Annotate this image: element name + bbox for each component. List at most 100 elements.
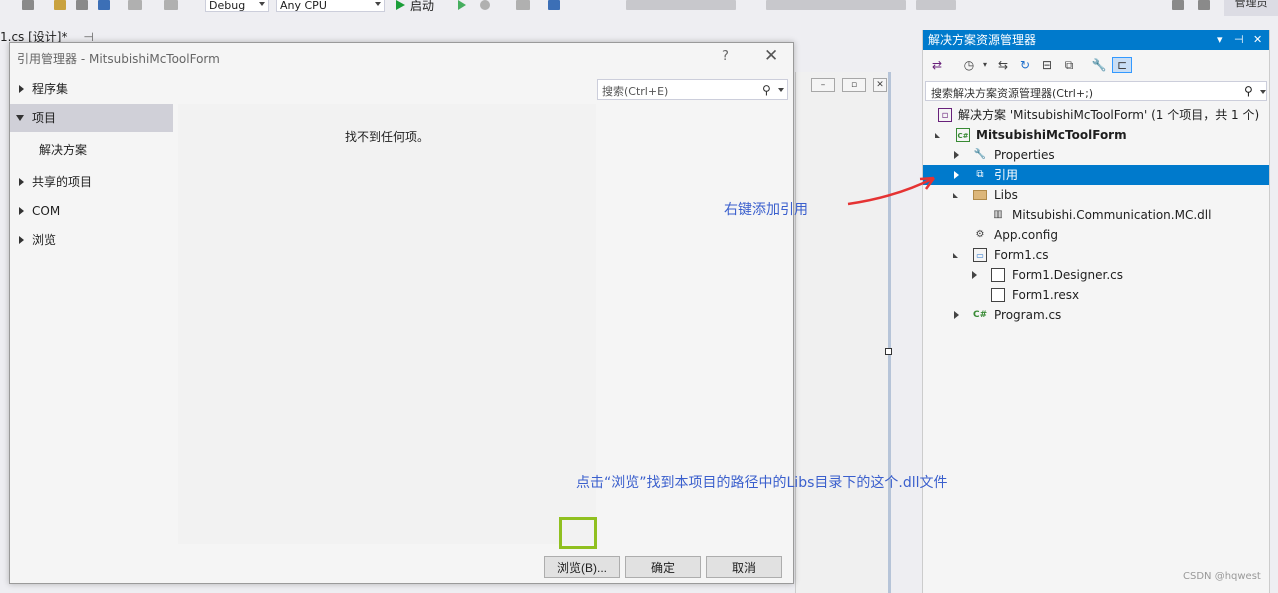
feedback-icon[interactable] [1172,0,1184,10]
nav-label: 浏览 [32,233,57,247]
solution-explorer-title: 解决方案资源管理器 [928,33,1037,47]
expand-arrow-icon[interactable] [19,236,24,244]
tree-node-label: App.config [994,228,1058,242]
form-minimize-icon: – [811,78,835,92]
close-icon[interactable]: ✕ [764,46,778,66]
tree-node-form1-resx[interactable]: Form1.resx [923,285,1269,305]
save-icon[interactable] [76,0,88,10]
sync-with-document-icon[interactable]: ⇆ [995,57,1011,73]
form-preview[interactable]: – ▫ ✕ [795,72,891,593]
search-icon[interactable]: ⚲ [762,83,771,97]
expand-arrow-icon[interactable] [954,171,959,179]
tree-node-libs-folder[interactable]: Libs [923,185,1269,205]
tree-node-dll[interactable]: ▥ Mitsubishi.Communication.MC.dll [923,205,1269,225]
search-options-chevron-icon[interactable] [1260,90,1266,94]
auto-hide-pin-icon[interactable]: ⊣ [1234,30,1244,50]
start-debug-icon[interactable] [396,0,405,10]
nav-item-shared-projects[interactable]: 共享的项目 [10,168,173,196]
expand-arrow-icon[interactable] [954,311,959,319]
form-icon: ▭ [973,248,987,262]
tree-node-form1[interactable]: ▭ Form1.cs [923,245,1269,265]
side-tool-tabs[interactable] [1269,30,1278,593]
nav-item-assemblies[interactable]: 程序集 [10,75,173,103]
tree-node-label: Properties [994,148,1055,162]
account-icon[interactable] [1198,0,1210,10]
nav-item-solution[interactable]: 解决方案 [10,136,173,164]
show-all-files-icon[interactable]: ⧉ [1061,57,1077,73]
tree-node-label: Mitsubishi.Communication.MC.dll [1012,208,1212,222]
expand-arrow-icon[interactable] [19,178,24,186]
preview-selected-items-icon[interactable]: ⊏ [1112,57,1132,73]
undo-icon[interactable] [128,0,142,10]
expand-arrow-icon[interactable] [19,85,24,93]
layout-toolbar-icons[interactable] [626,0,736,10]
search-placeholder: 搜索(Ctrl+E) [602,85,669,98]
expand-arrow-icon[interactable] [19,207,24,215]
collapse-all-icon[interactable]: ⊟ [1039,57,1055,73]
alignment-toolbar-icons[interactable] [766,0,906,10]
platform-select[interactable]: Any CPU [276,0,385,12]
collapse-arrow-icon[interactable] [953,193,958,198]
new-project-icon[interactable] [22,0,34,10]
tree-node-references[interactable]: ⧉ 引用 [923,165,1269,185]
solution-icon: ▫ [938,108,952,122]
nav-label: 项目 [32,111,57,125]
save-all-icon[interactable] [98,0,110,10]
admin-badge: 管理员 [1224,0,1278,16]
collapse-arrow-icon[interactable] [16,115,24,121]
nav-item-projects[interactable]: 项目 [10,104,173,132]
help-icon[interactable]: ? [722,49,729,64]
collapse-arrow-icon[interactable] [935,133,940,138]
breakpoint-icon[interactable] [480,0,490,10]
properties-wrench-icon[interactable]: 🔧 [1091,57,1107,73]
solution-config-select[interactable]: Debug [205,0,269,12]
window-position-icon[interactable]: ▾ [1217,30,1223,50]
solution-explorer: 解决方案资源管理器 ▾ ⊣ ✕ ⇄ ◷ ▾ ⇆ ↻ ⊟ ⧉ 🔧 ⊏ 搜索解决方案… [922,30,1269,593]
browse-button[interactable]: 浏览(B)... [544,556,620,578]
highlight-box [559,517,597,549]
tree-node-project[interactable]: C# MitsubishiMcToolForm [923,125,1269,145]
folder-icon [973,190,987,200]
start-without-debug-icon[interactable] [458,0,466,10]
tree-node-label: Form1.resx [1012,288,1080,302]
pending-changes-chevron-icon[interactable]: ▾ [977,57,993,73]
open-folder-icon[interactable] [54,0,66,10]
cancel-button[interactable]: 取消 [706,556,782,578]
pending-changes-icon[interactable]: ◷ [961,57,977,73]
attach-icon[interactable] [516,0,530,10]
resize-handle[interactable] [885,348,892,355]
expand-arrow-icon[interactable] [954,151,959,159]
nav-label: COM [32,204,61,218]
references-icon: ⧉ [976,169,984,180]
file-icon [991,288,1005,302]
ok-button[interactable]: 确定 [625,556,701,578]
designer-icon[interactable] [548,0,560,10]
solution-search-input[interactable]: 搜索解决方案资源管理器(Ctrl+;) ⚲ [925,81,1267,101]
tree-node-app-config[interactable]: ⚙ App.config [923,225,1269,245]
close-icon[interactable]: ✕ [1253,30,1262,50]
reference-list[interactable]: 找不到任何项。 [178,104,596,544]
order-toolbar-icons[interactable] [916,0,956,10]
tree-node-properties[interactable]: 🔧 Properties [923,145,1269,165]
tree-node-solution[interactable]: ▫ 解决方案 'MitsubishiMcToolForm' (1 个项目，共 1… [923,105,1269,125]
switch-views-icon[interactable]: ⇄ [929,57,945,73]
tree-node-form1-designer[interactable]: Form1.Designer.cs [923,265,1269,285]
form-maximize-icon: ▫ [842,78,866,92]
start-button-label[interactable]: 启动 [410,0,434,14]
collapse-arrow-icon[interactable] [953,253,958,258]
expand-arrow-icon[interactable] [972,271,977,279]
redo-icon[interactable] [164,0,178,10]
search-options-chevron-icon[interactable] [778,88,784,92]
nav-label: 解决方案 [39,143,88,157]
refresh-icon[interactable]: ↻ [1017,57,1033,73]
csharp-project-icon: C# [956,128,970,142]
nav-item-com[interactable]: COM [10,197,173,225]
search-icon[interactable]: ⚲ [1244,84,1253,98]
solution-config-value: Debug [209,0,246,12]
reference-search-input[interactable]: 搜索(Ctrl+E) ⚲ [597,79,788,100]
annotation-arrow-icon [847,176,936,206]
config-icon: ⚙ [975,229,985,240]
solution-explorer-titlebar: 解决方案资源管理器 ▾ ⊣ ✕ [923,30,1269,50]
nav-item-browse[interactable]: 浏览 [10,226,173,254]
tree-node-program[interactable]: C# Program.cs [923,305,1269,325]
